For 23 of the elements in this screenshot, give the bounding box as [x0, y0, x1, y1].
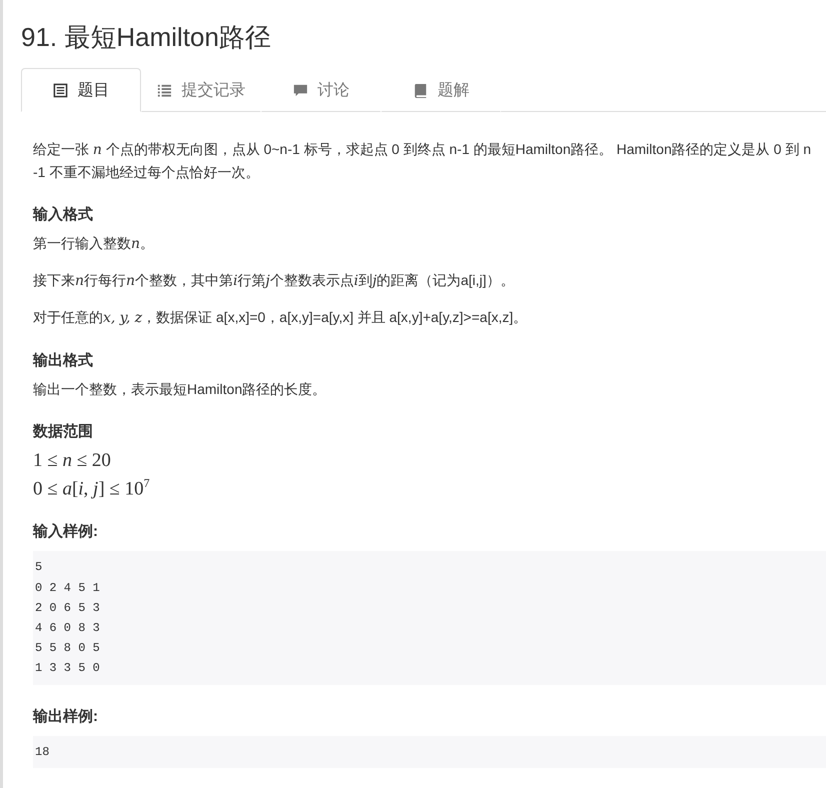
section-heading: 输入样例: — [33, 522, 99, 542]
tab[interactable]: 提交记录 — [141, 68, 261, 112]
tab[interactable]: 题解 — [381, 68, 501, 112]
paragraph: 给定一张 n 个点的带权无向图，点从 0~n-1 标号，求起点 0 到终点 n-1 的最短Hamilton路径。 Hamilton路径的定义是从 0 到 n-1 不重不漏地经过每个点恰好一次。 — [33, 140, 812, 182]
paragraph: 对于任意的x, y, z，数据保证 a[x,x]=0，a[x,y]=a[y,x] 并且 a[x,y]+a[y,z]>=a[x,z]。 — [33, 308, 528, 328]
paragraph: 输出一个整数，表示最短Hamilton路径的长度。 — [33, 380, 328, 399]
section-heading: 输出格式 — [33, 351, 94, 370]
list-icon — [156, 82, 172, 98]
tab[interactable]: 讨论 — [261, 68, 381, 112]
math-formula: 0 ≤ a[i, j] ≤ 10$^{7}$ — [33, 475, 151, 500]
section-heading: 数据范围 — [33, 422, 94, 441]
book-icon — [412, 82, 428, 98]
document-icon — [52, 82, 68, 98]
chat-bubble-icon — [292, 82, 308, 98]
math-formula: 1 ≤ n ≤ 20 — [33, 449, 112, 472]
section-heading: 输入格式 — [33, 205, 94, 224]
problem-title: 91. 最短Hamilton路径 — [21, 21, 272, 54]
paragraph: 接下来n行每行n个整数，其中第i行第j个整数表示点i到j的距离（记为a[i,j]）。 — [33, 271, 516, 291]
paragraph: 第一行输入整数n。 — [33, 234, 156, 254]
code-block: 5 0 2 4 5 1 2 0 6 5 3 4 6 0 8 3 5 5 8 0 5 1 3 3 5 0 — [33, 551, 826, 685]
tab[interactable]: 题目 — [21, 68, 141, 112]
section-heading: 输出样例: — [33, 706, 99, 726]
code-block: 18 — [33, 736, 826, 768]
